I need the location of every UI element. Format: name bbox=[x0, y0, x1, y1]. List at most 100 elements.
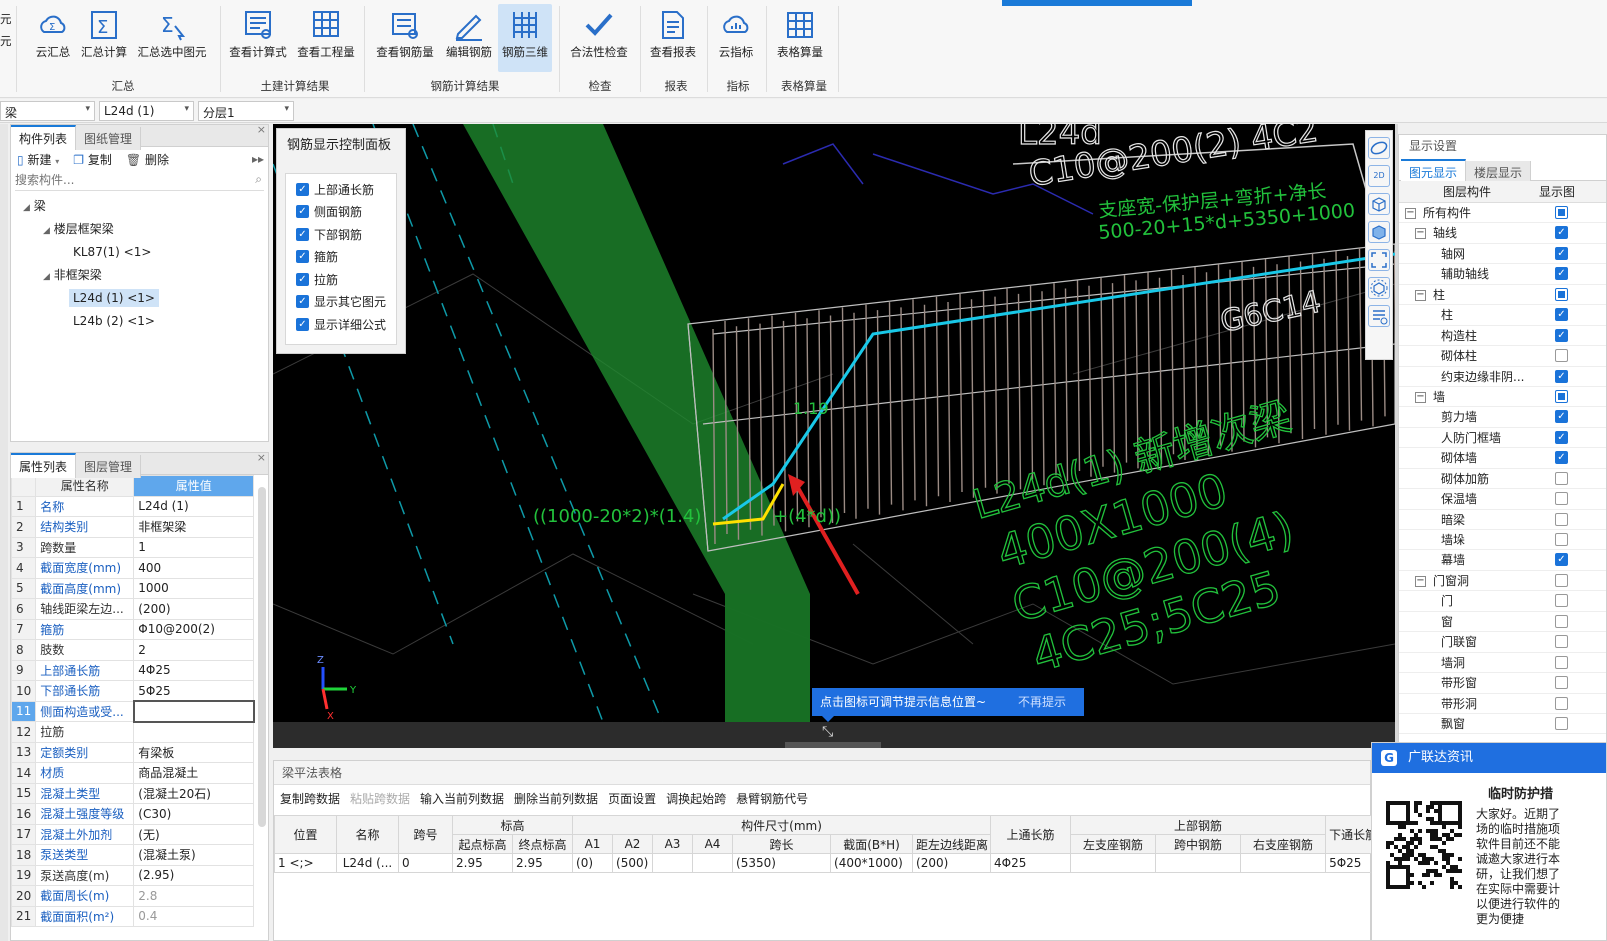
property-value[interactable]: (200) bbox=[133, 598, 255, 620]
visibility-checkbox[interactable] bbox=[1555, 573, 1568, 587]
display-tree-row[interactable]: 砌体加筋 bbox=[1399, 469, 1606, 490]
visibility-checkbox[interactable] bbox=[1555, 716, 1568, 730]
table-row[interactable]: 6 轴线距梁左边... (200) bbox=[11, 598, 255, 620]
cell-section[interactable]: (400*1000) bbox=[830, 853, 914, 873]
sum-calc-button[interactable]: Σ 汇总计算 bbox=[78, 4, 130, 70]
cell-right-support[interactable] bbox=[1240, 853, 1327, 873]
property-value[interactable]: 5Φ25 bbox=[133, 680, 255, 702]
property-value[interactable]: 1000 bbox=[133, 577, 255, 599]
rebar-3d-viewport[interactable]: L24d C10@200(2) 4C2 G6C14 支座宽-保护层+弯折+净长 … bbox=[273, 124, 1395, 722]
right-splitter[interactable] bbox=[1395, 124, 1398, 744]
display-tree-row[interactable]: 幕墙 ✓ bbox=[1399, 550, 1606, 571]
visibility-checkbox[interactable] bbox=[1555, 492, 1568, 506]
visibility-checkbox[interactable] bbox=[1555, 635, 1568, 649]
display-tree-row[interactable]: 暗梁 bbox=[1399, 510, 1606, 530]
grid-tool-button[interactable]: 页面设置 bbox=[608, 790, 656, 807]
property-value[interactable]: 2 bbox=[133, 639, 255, 661]
tree-item-l24b[interactable]: L24b (2) <1> bbox=[11, 310, 268, 333]
fit-view-icon[interactable] bbox=[1368, 249, 1390, 271]
rebar-3d-button[interactable]: 钢筋三维 bbox=[498, 4, 552, 72]
visibility-checkbox[interactable] bbox=[1555, 676, 1568, 690]
visibility-checkbox[interactable] bbox=[1555, 614, 1568, 628]
table-calc-button[interactable]: 表格算量 bbox=[772, 4, 828, 70]
grid-tool-button[interactable]: 悬臂钢筋代号 bbox=[736, 790, 808, 807]
table-row[interactable]: 17 混凝土外加剂 (无) bbox=[11, 823, 255, 845]
grid-tool-button[interactable]: 调换起始跨 bbox=[666, 790, 726, 807]
checkbox-rebar-option[interactable]: ✓ 上部通长筋 bbox=[286, 178, 396, 201]
display-tree-row[interactable]: 人防门框墙 ✓ bbox=[1399, 428, 1606, 449]
display-tree-row[interactable]: 窗 bbox=[1399, 612, 1606, 633]
visibility-checkbox[interactable] bbox=[1555, 594, 1568, 608]
cell-span-length[interactable]: (5350) bbox=[732, 853, 832, 873]
property-value[interactable]: 1 bbox=[133, 536, 255, 558]
property-value[interactable]: 有梁板 bbox=[133, 741, 255, 763]
cloud-index-button[interactable]: 云指标 bbox=[713, 4, 759, 70]
property-scrollbar[interactable] bbox=[258, 487, 266, 827]
display-tree-row[interactable]: − 柱 bbox=[1399, 285, 1606, 306]
visibility-checkbox[interactable]: ✓ bbox=[1555, 246, 1568, 260]
checkbox-rebar-option[interactable]: ✓ 箍筋 bbox=[286, 246, 396, 269]
visibility-checkbox[interactable]: ✓ bbox=[1555, 430, 1568, 444]
table-row[interactable]: 9 上部通长筋 4Φ25 bbox=[11, 659, 255, 681]
view-formula-button[interactable]: 查看计算式 bbox=[226, 4, 290, 70]
visibility-checkbox[interactable] bbox=[1555, 512, 1568, 526]
view-rebar-button[interactable]: 查看钢筋量 bbox=[372, 4, 438, 70]
property-value[interactable]: 400 bbox=[133, 557, 255, 579]
display-tree-row[interactable]: 柱 ✓ bbox=[1399, 305, 1606, 326]
visibility-checkbox[interactable]: ✓ bbox=[1555, 451, 1568, 465]
search-icon[interactable]: ⌕ bbox=[255, 172, 262, 187]
visibility-checkbox[interactable] bbox=[1555, 533, 1568, 546]
more-icon[interactable]: ▸▸ bbox=[252, 152, 264, 166]
visibility-checkbox[interactable]: ✓ bbox=[1555, 328, 1568, 342]
visibility-checkbox[interactable]: ✓ bbox=[1555, 226, 1568, 240]
cell-position[interactable]: <;> bbox=[289, 856, 313, 870]
table-row[interactable]: 10 下部通长筋 5Φ25 bbox=[11, 680, 255, 702]
display-tree-row[interactable]: 门联窗 bbox=[1399, 632, 1606, 653]
table-row[interactable]: 18 泵送类型 (混凝土泵) bbox=[11, 844, 255, 866]
table-row[interactable]: 13 定额类别 有梁板 bbox=[11, 741, 255, 763]
property-value[interactable]: L24d (1) bbox=[133, 495, 255, 517]
property-value[interactable]: 非框架梁 bbox=[133, 516, 255, 538]
checkbox-checked-icon[interactable]: ✓ bbox=[296, 295, 309, 309]
property-value[interactable]: 2.8 bbox=[133, 885, 255, 907]
checkbox-rebar-option[interactable]: ✓ 显示其它图元 bbox=[286, 291, 396, 314]
cell-a2[interactable]: (500) bbox=[612, 853, 654, 873]
grid-tool-button[interactable]: 输入当前列数据 bbox=[420, 790, 504, 807]
copy-button[interactable]: ❐ 复制 bbox=[73, 151, 112, 168]
property-value[interactable]: 商品混凝土 bbox=[133, 762, 255, 784]
table-row[interactable]: 7 箍筋 Φ10@200(2) bbox=[11, 618, 255, 640]
checkbox-checked-icon[interactable]: ✓ bbox=[296, 182, 309, 196]
property-value[interactable]: 0.4 bbox=[133, 905, 255, 927]
checkbox-rebar-option[interactable]: ✓ 显示详细公式 bbox=[286, 313, 396, 336]
visibility-checkbox[interactable] bbox=[1555, 696, 1568, 710]
checkbox-rebar-option[interactable]: ✓ 下部钢筋 bbox=[286, 223, 396, 246]
table-row[interactable]: 11 侧面构造或受... bbox=[11, 700, 255, 723]
cell-span-no[interactable]: 0 bbox=[398, 853, 453, 873]
display-tree-row[interactable]: − 门窗洞 bbox=[1399, 571, 1606, 592]
display-tree-row[interactable]: 砌体柱 bbox=[1399, 346, 1606, 367]
tab-drawing-manage[interactable]: 图纸管理 bbox=[76, 127, 142, 150]
floor-layer-select[interactable]: 分层1 bbox=[198, 101, 294, 121]
cell-a1[interactable]: (0) bbox=[572, 853, 614, 873]
visibility-checkbox[interactable]: ✓ bbox=[1555, 369, 1568, 383]
cell-mid-span[interactable] bbox=[1155, 853, 1242, 873]
visibility-checkbox[interactable] bbox=[1555, 206, 1568, 219]
table-row[interactable]: 8 肢数 2 bbox=[11, 639, 255, 661]
delete-button[interactable]: 🗑 删除 bbox=[126, 151, 169, 168]
cell-name[interactable]: L24d (... bbox=[336, 853, 399, 873]
checkbox-checked-icon[interactable]: ✓ bbox=[296, 227, 309, 241]
visibility-checkbox[interactable]: ✓ bbox=[1555, 410, 1568, 424]
new-button[interactable]: ▯ 新建 ▾ bbox=[17, 151, 59, 168]
cloud-sum-button[interactable]: Σ 云汇总 bbox=[30, 4, 76, 70]
component-name-select[interactable]: L24d (1) bbox=[99, 101, 194, 121]
legality-check-button[interactable]: 合法性检查 bbox=[566, 4, 632, 70]
table-row[interactable]: 5 截面高度(mm) 1000 bbox=[11, 577, 255, 599]
cell-a3[interactable] bbox=[652, 853, 694, 873]
checkbox-checked-icon[interactable]: ✓ bbox=[296, 205, 309, 219]
tab-component-list[interactable]: 构件列表 bbox=[11, 125, 77, 150]
cell-end-elev[interactable]: 2.95 bbox=[511, 853, 574, 873]
property-value[interactable]: (混凝土20石) bbox=[133, 782, 255, 804]
visibility-checkbox[interactable] bbox=[1555, 655, 1568, 669]
table-row[interactable]: 14 材质 商品混凝土 bbox=[11, 762, 255, 784]
collapse-icon[interactable]: ⤡ bbox=[822, 724, 833, 740]
